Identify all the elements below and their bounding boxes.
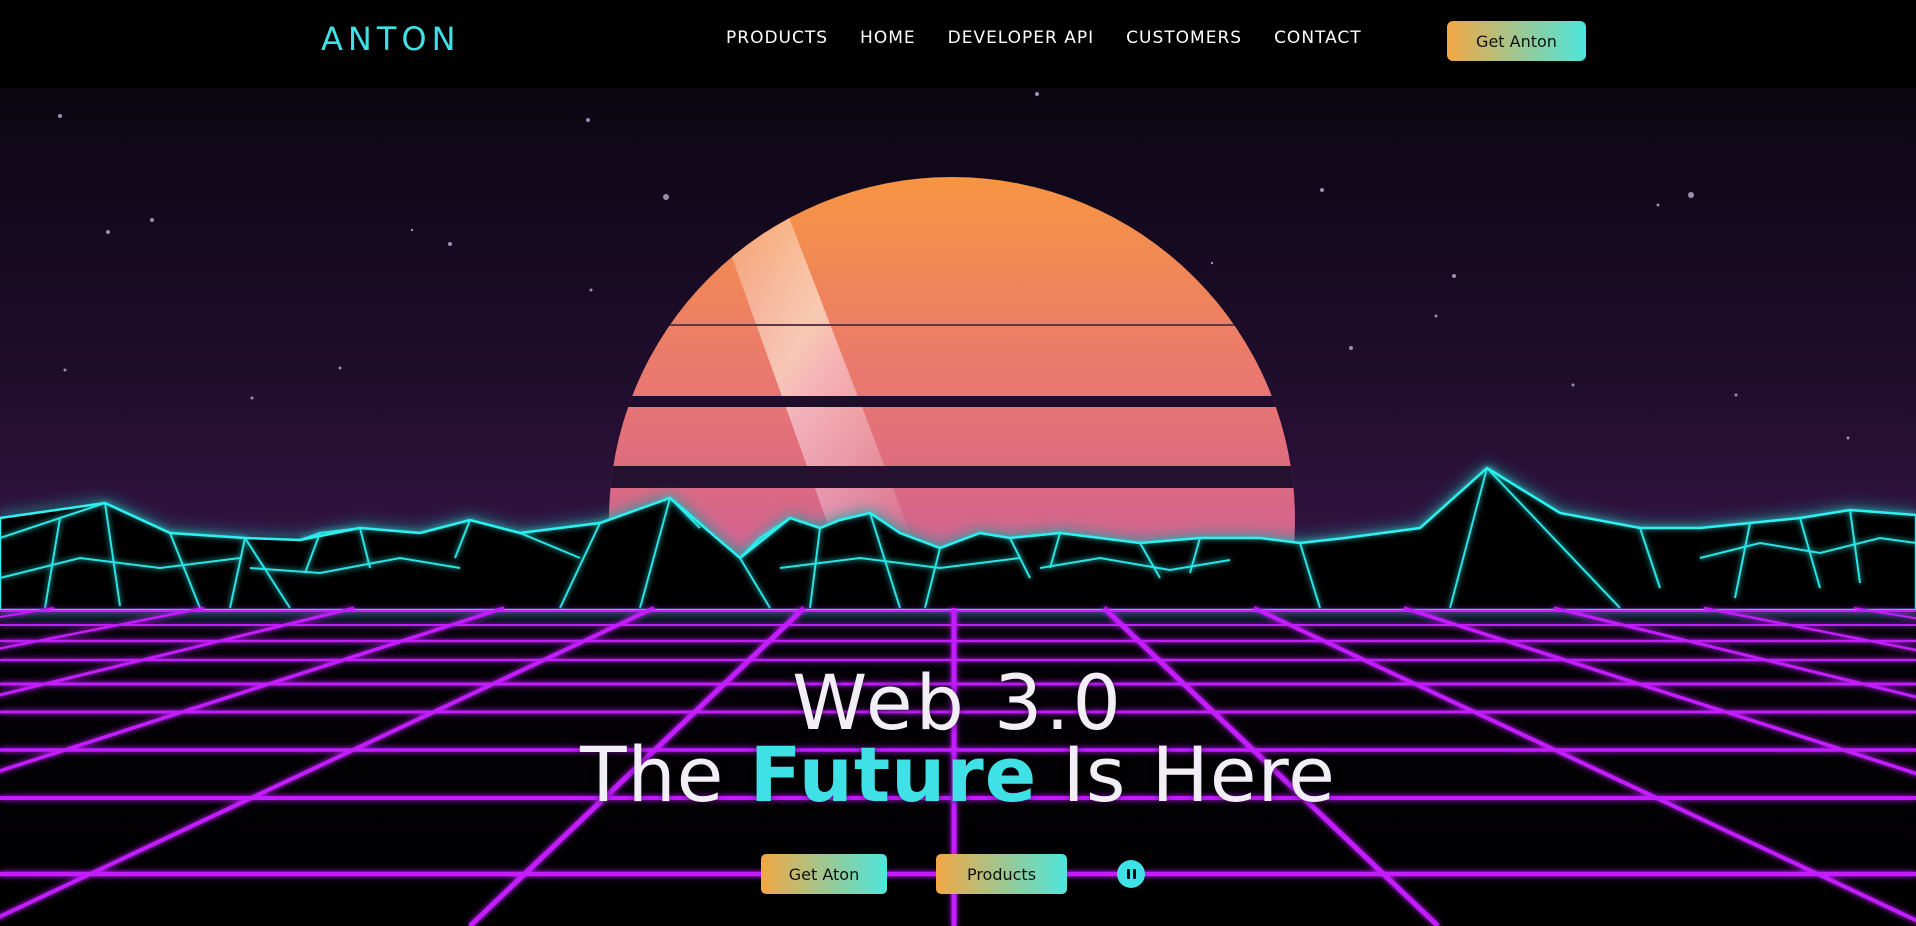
hero-title-future: Future [749, 730, 1038, 819]
nav-products[interactable]: PRODUCTS [726, 28, 828, 48]
page: ANTON PRODUCTS HOME DEVELOPER API CUSTOM… [0, 0, 1916, 926]
logo[interactable]: ANTON [321, 20, 461, 58]
top-navbar: ANTON PRODUCTS HOME DEVELOPER API CUSTOM… [0, 0, 1916, 88]
nav-home[interactable]: HOME [860, 28, 916, 48]
pause-icon[interactable] [1117, 860, 1145, 888]
hero-title-is-here: Is Here [1062, 730, 1336, 819]
hero-title-the: The [580, 730, 725, 819]
get-aton-button[interactable]: Get Aton [761, 854, 887, 894]
main-nav: PRODUCTS HOME DEVELOPER API CUSTOMERS CO… [726, 28, 1362, 48]
products-button[interactable]: Products [936, 854, 1067, 894]
pause-bar-right [1132, 869, 1136, 879]
pause-bar-left [1126, 869, 1130, 879]
nav-contact[interactable]: CONTACT [1274, 28, 1362, 48]
nav-customers[interactable]: CUSTOMERS [1126, 28, 1242, 48]
nav-developer-api[interactable]: DEVELOPER API [948, 28, 1095, 48]
get-anton-button[interactable]: Get Anton [1447, 21, 1586, 61]
hero-title-line2: The Future Is Here [0, 730, 1916, 819]
